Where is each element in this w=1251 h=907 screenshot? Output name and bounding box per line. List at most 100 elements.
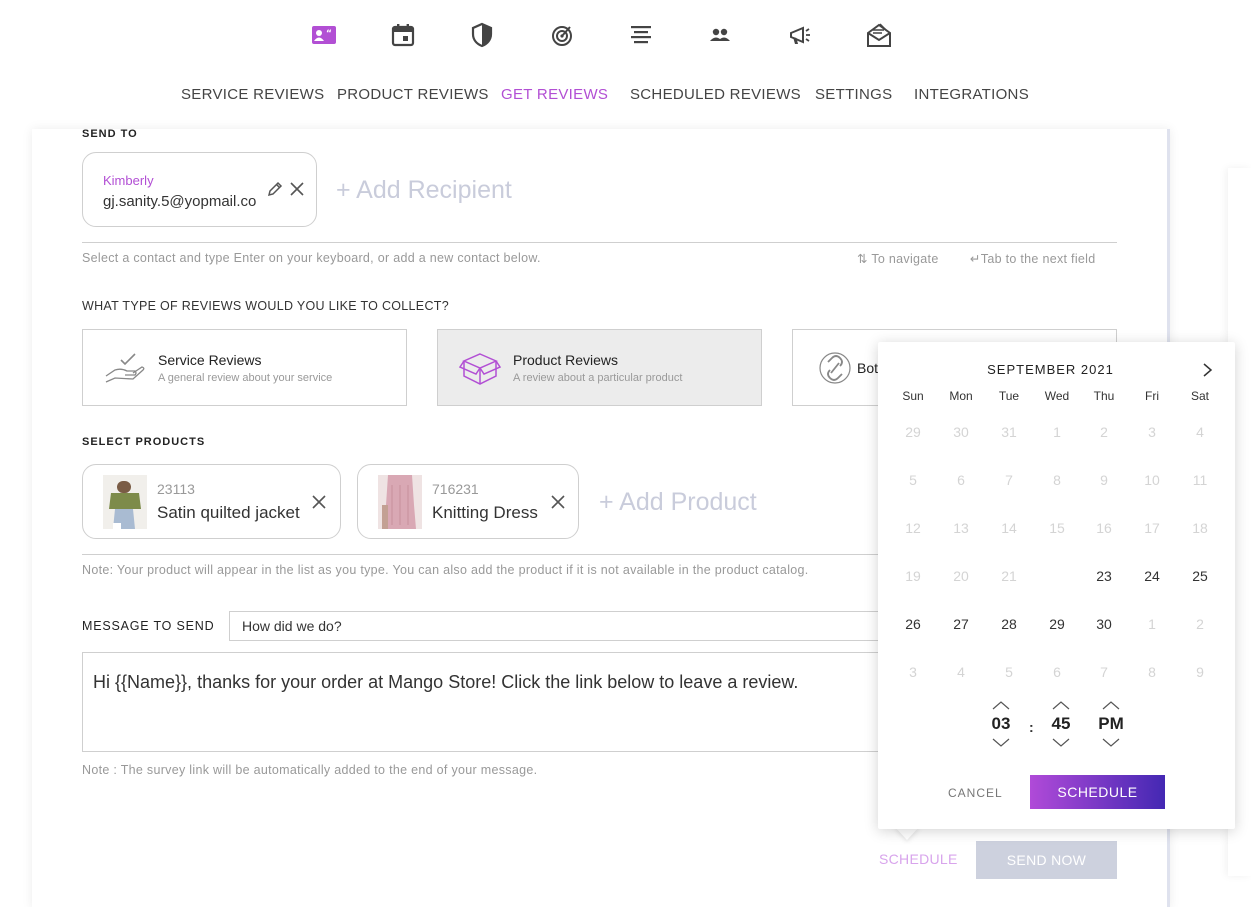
- product-chip[interactable]: 23113 Satin quilted jacket: [82, 464, 341, 539]
- target-icon[interactable]: [547, 18, 577, 52]
- calendar-day[interactable]: 5: [985, 648, 1033, 696]
- calendar-day[interactable]: 31: [985, 408, 1033, 456]
- calendar-icon[interactable]: [388, 18, 418, 52]
- chevron-right-icon[interactable]: [1200, 362, 1214, 378]
- calendar-day[interactable]: 1: [1033, 408, 1081, 456]
- align-center-icon[interactable]: [626, 18, 656, 52]
- calendar-day[interactable]: 12: [889, 504, 937, 552]
- calendar-day[interactable]: 18: [1176, 504, 1224, 552]
- review-type-label: WHAT TYPE OF REVIEWS WOULD YOU LIKE TO C…: [82, 299, 449, 313]
- reviews-contact-icon[interactable]: “: [309, 18, 339, 52]
- chevron-up-icon[interactable]: [992, 700, 1010, 710]
- calendar-day[interactable]: 7: [985, 456, 1033, 504]
- calendar-day-number: 10: [1144, 472, 1160, 488]
- calendar-day[interactable]: 9: [1176, 648, 1224, 696]
- tab-scheduled-reviews[interactable]: SCHEDULED REVIEWS: [630, 86, 801, 103]
- calendar-day-number: 18: [1192, 520, 1208, 536]
- ampm-spinner: PM: [1086, 700, 1136, 760]
- calendar-day-number: 16: [1096, 520, 1112, 536]
- calendar-day[interactable]: 7: [1080, 648, 1128, 696]
- calendar-day[interactable]: 24: [1128, 552, 1176, 600]
- calendar-day[interactable]: 5: [889, 456, 937, 504]
- recipient-chip[interactable]: Kimberly gj.sanity.5@yopmail.co: [82, 152, 317, 227]
- tab-settings[interactable]: SETTINGS: [815, 86, 892, 103]
- add-recipient-button[interactable]: + Add Recipient: [336, 176, 512, 205]
- ampm-value[interactable]: PM: [1086, 710, 1136, 738]
- calendar-day[interactable]: 13: [937, 504, 985, 552]
- chevron-up-icon[interactable]: [1052, 700, 1070, 710]
- people-icon[interactable]: [705, 18, 735, 52]
- close-icon[interactable]: [311, 494, 327, 510]
- calendar-day[interactable]: 11: [1176, 456, 1224, 504]
- calendar-day[interactable]: 2: [1080, 408, 1128, 456]
- calendar-day[interactable]: 16: [1080, 504, 1128, 552]
- calendar-day[interactable]: 20: [937, 552, 985, 600]
- calendar-day[interactable]: 4: [937, 648, 985, 696]
- weekday-label: Thu: [1093, 389, 1115, 403]
- schedule-link[interactable]: SCHEDULE: [879, 851, 958, 867]
- envelope-open-icon[interactable]: [864, 18, 894, 52]
- calendar-day[interactable]: 26: [889, 600, 937, 648]
- send-now-button[interactable]: SEND NOW: [976, 841, 1117, 879]
- chevron-down-icon[interactable]: [1052, 738, 1070, 748]
- shield-icon[interactable]: [467, 18, 497, 52]
- calendar-day[interactable]: 8: [1128, 648, 1176, 696]
- megaphone-icon[interactable]: [785, 18, 815, 52]
- calendar-day-selected[interactable]: 22: [1033, 552, 1081, 600]
- calendar-day[interactable]: 3: [889, 648, 937, 696]
- calendar-day[interactable]: 6: [937, 456, 985, 504]
- chevron-down-icon[interactable]: [992, 738, 1010, 748]
- tab-hint-text: Tab to the next field: [980, 252, 1096, 266]
- calendar-day[interactable]: 1: [1128, 600, 1176, 648]
- close-icon[interactable]: [550, 494, 566, 510]
- message-textarea[interactable]: Hi {{Name}}, thanks for your order at Ma…: [82, 652, 889, 752]
- calendar-day[interactable]: 29: [889, 408, 937, 456]
- subject-input[interactable]: [229, 611, 889, 641]
- return-arrow-icon: ↵: [970, 252, 981, 266]
- calendar-day-number: 6: [957, 472, 965, 488]
- close-icon[interactable]: [289, 181, 305, 197]
- calendar-day[interactable]: 10: [1128, 456, 1176, 504]
- calendar-day[interactable]: 6: [1033, 648, 1081, 696]
- calendar-day[interactable]: 25: [1176, 552, 1224, 600]
- hour-value[interactable]: 03: [976, 710, 1026, 738]
- calendar-day[interactable]: 9: [1080, 456, 1128, 504]
- tab-product-reviews[interactable]: PRODUCT REVIEWS: [337, 86, 489, 103]
- add-product-button[interactable]: + Add Product: [599, 488, 757, 517]
- review-type-service[interactable]: Service Reviews A general review about y…: [82, 329, 407, 406]
- calendar-day-number: 24: [1144, 568, 1160, 584]
- calendar-day-number: 30: [953, 424, 969, 440]
- calendar-day[interactable]: 30: [937, 408, 985, 456]
- minute-value[interactable]: 45: [1036, 710, 1086, 738]
- product-chip[interactable]: 716231 Knitting Dress: [357, 464, 579, 539]
- tab-integrations[interactable]: INTEGRATIONS: [914, 86, 1029, 103]
- calendar-day[interactable]: 27: [937, 600, 985, 648]
- calendar-day-number: 25: [1192, 568, 1208, 584]
- calendar-day[interactable]: 3: [1128, 408, 1176, 456]
- chevron-up-icon[interactable]: [1102, 700, 1120, 710]
- calendar-day[interactable]: 8: [1033, 456, 1081, 504]
- calendar-day-number: 17: [1144, 520, 1160, 536]
- calendar-day[interactable]: 21: [985, 552, 1033, 600]
- calendar-day[interactable]: 2: [1176, 600, 1224, 648]
- calendar-day[interactable]: 30: [1080, 600, 1128, 648]
- calendar-day-number: 1: [1053, 424, 1061, 440]
- review-type-product[interactable]: Product Reviews A review about a particu…: [437, 329, 762, 406]
- tab-service-reviews[interactable]: SERVICE REVIEWS: [181, 86, 324, 103]
- calendar-day[interactable]: 29: [1033, 600, 1081, 648]
- calendar-day[interactable]: 4: [1176, 408, 1224, 456]
- calendar-day[interactable]: 23: [1080, 552, 1128, 600]
- pencil-icon[interactable]: [267, 181, 283, 197]
- message-label: MESSAGE TO SEND: [82, 619, 215, 633]
- products-note: Note: Your product will appear in the li…: [82, 563, 809, 577]
- calendar-day[interactable]: 28: [985, 600, 1033, 648]
- calendar-day[interactable]: 19: [889, 552, 937, 600]
- calendar-day[interactable]: 15: [1033, 504, 1081, 552]
- tab-get-reviews[interactable]: GET REVIEWS: [501, 86, 608, 103]
- calendar-day[interactable]: 17: [1128, 504, 1176, 552]
- calendar-day[interactable]: 14: [985, 504, 1033, 552]
- cancel-button[interactable]: CANCEL: [948, 786, 1003, 800]
- chevron-down-icon[interactable]: [1102, 738, 1120, 748]
- schedule-button[interactable]: SCHEDULE: [1030, 775, 1165, 809]
- calendar-day-number: 19: [905, 568, 921, 584]
